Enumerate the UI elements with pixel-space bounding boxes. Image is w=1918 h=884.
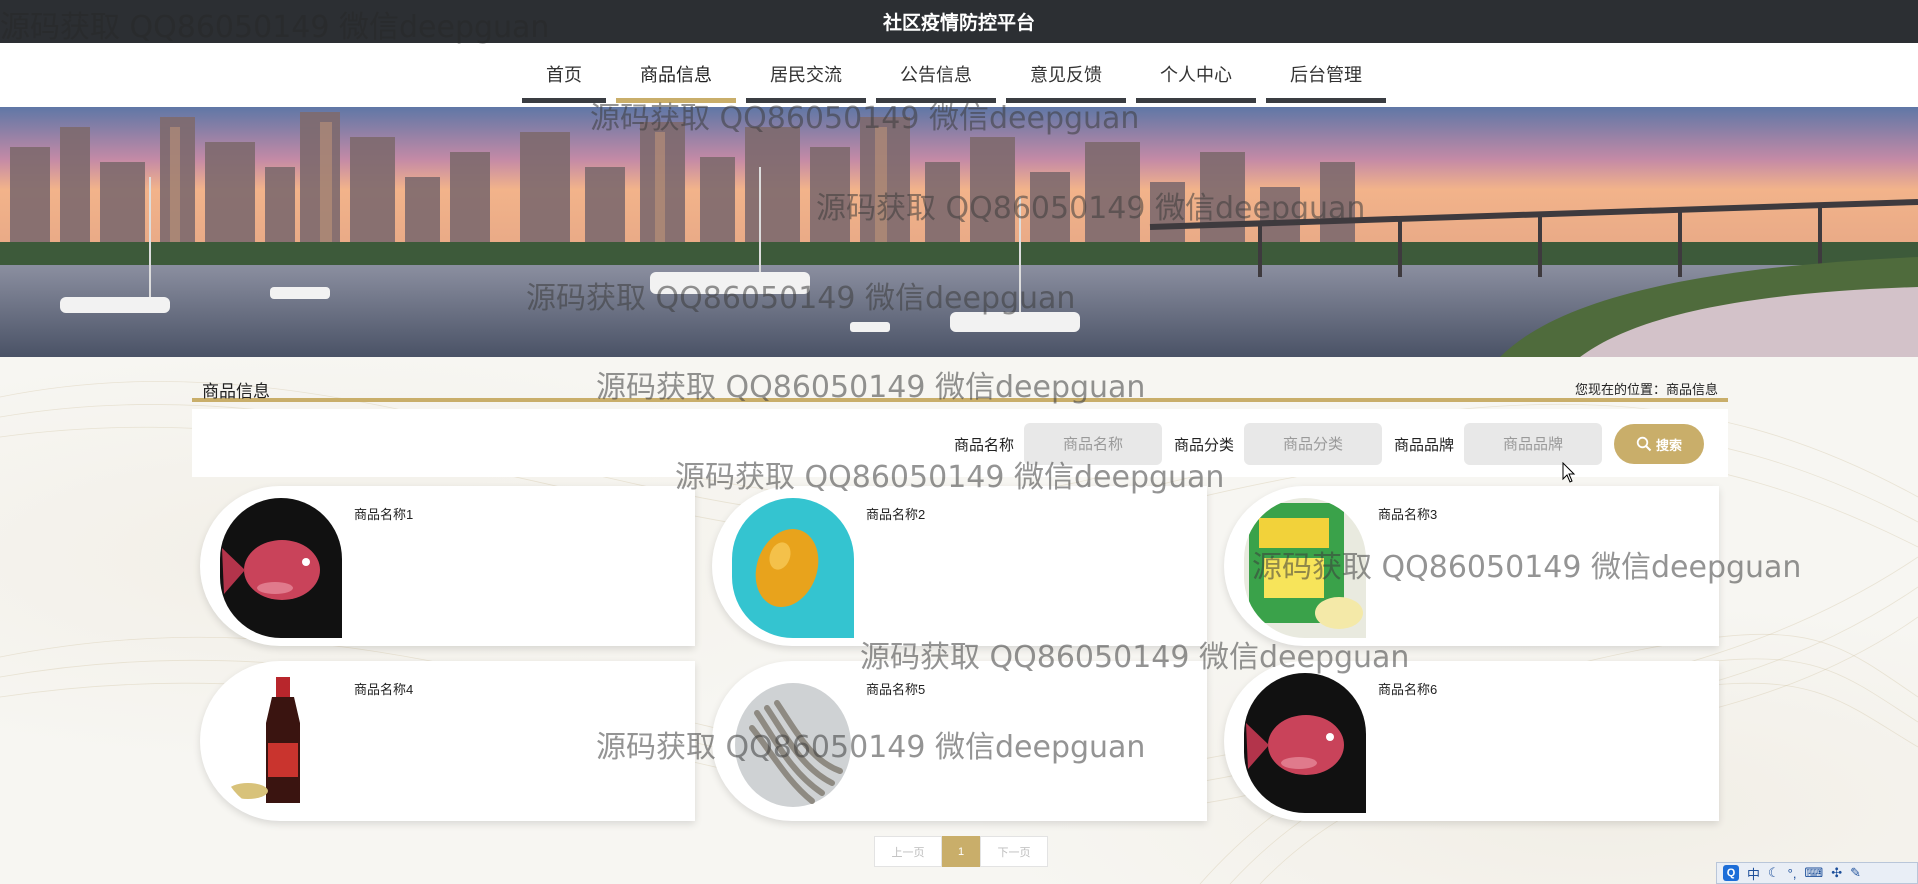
- ime-mode[interactable]: 中: [1747, 864, 1760, 883]
- section-title: 商品信息: [202, 382, 270, 401]
- punctuation-icon[interactable]: °,: [1788, 866, 1797, 881]
- seasoning-package-icon: [1244, 498, 1366, 638]
- nav-items: 首页 商品信息 居民交流 公告信息 意见反馈 个人中心 后台管理: [522, 43, 1396, 103]
- city-skyline-image: [0, 107, 1918, 357]
- next-page-button[interactable]: 下一页: [980, 836, 1048, 867]
- site-title: 社区疫情防控平台: [882, 13, 1035, 34]
- pagination: 上一页 1 下一页: [874, 836, 1048, 867]
- prev-page-button[interactable]: 上一页: [874, 836, 942, 867]
- name-label: 商品名称: [953, 436, 1014, 454]
- search-panel: 商品名称 商品分类 商品品牌 搜索: [192, 409, 1728, 477]
- section-header: 商品信息 您现在的位置：商品信息: [192, 372, 1728, 402]
- product-image: [220, 498, 342, 638]
- moon-icon[interactable]: ☾: [1768, 865, 1780, 881]
- product-card[interactable]: 商品名称6: [1224, 661, 1719, 821]
- nav-item-products[interactable]: 商品信息: [616, 49, 736, 103]
- settings-icon[interactable]: ✣: [1831, 865, 1842, 881]
- nav-item-feedback[interactable]: 意见反馈: [1006, 49, 1126, 103]
- product-card[interactable]: 商品名称4: [200, 661, 695, 821]
- nav-item-admin[interactable]: 后台管理: [1266, 49, 1386, 103]
- ime-tray: Q 中 ☾ °, ⌨ ✣ ✎: [1716, 862, 1918, 884]
- top-bar: 社区疫情防控平台: [0, 0, 1918, 43]
- product-name: 商品名称1: [354, 507, 414, 522]
- lemon-icon: [732, 498, 854, 638]
- brand-label: 商品品牌: [1393, 436, 1454, 454]
- product-card[interactable]: 商品名称1: [200, 486, 695, 646]
- nav-item-resident-forum[interactable]: 居民交流: [746, 49, 866, 103]
- main-nav: 首页 商品信息 居民交流 公告信息 意见反馈 个人中心 后台管理: [0, 43, 1918, 107]
- product-card[interactable]: 商品名称3: [1224, 486, 1719, 646]
- search-row: 商品名称 商品分类 商品品牌 搜索: [942, 423, 1704, 465]
- product-image: [732, 498, 854, 638]
- current-page-button[interactable]: 1: [942, 836, 980, 867]
- city-banner: [0, 107, 1918, 357]
- nav-item-user-center[interactable]: 个人中心: [1136, 49, 1256, 103]
- product-name: 商品名称6: [1378, 682, 1438, 697]
- nav-item-home[interactable]: 首页: [522, 49, 606, 103]
- product-image: [1244, 673, 1366, 813]
- qq-icon[interactable]: Q: [1723, 865, 1739, 881]
- search-button[interactable]: 搜索: [1614, 424, 1704, 464]
- name-input[interactable]: [1023, 423, 1162, 465]
- fish-icon: [220, 498, 342, 638]
- shrimp-plate-icon: [732, 673, 854, 813]
- product-name: 商品名称2: [866, 507, 926, 522]
- search-icon: [1636, 436, 1652, 452]
- product-name: 商品名称4: [354, 682, 414, 697]
- breadcrumb: 您现在的位置：商品信息: [1574, 382, 1718, 397]
- category-input[interactable]: [1243, 423, 1382, 465]
- keyboard-icon[interactable]: ⌨: [1804, 865, 1823, 881]
- tools-icon[interactable]: ✎: [1850, 865, 1861, 881]
- soy-sauce-bottle-icon: [220, 673, 342, 813]
- product-name: 商品名称5: [866, 682, 926, 697]
- product-image: [1244, 498, 1366, 638]
- mouse-cursor-icon: [1562, 462, 1576, 483]
- category-label: 商品分类: [1173, 436, 1234, 454]
- product-image: [220, 673, 342, 813]
- product-card[interactable]: 商品名称5: [712, 661, 1207, 821]
- product-card[interactable]: 商品名称2: [712, 486, 1207, 646]
- product-image: [732, 673, 854, 813]
- fish-icon: [1244, 673, 1366, 813]
- product-name: 商品名称3: [1378, 507, 1438, 522]
- brand-input[interactable]: [1464, 423, 1602, 465]
- product-grid: 商品名称1 商品名称2 商品名称3 商品名称4 商品名称5 商品名称6: [200, 486, 1720, 821]
- nav-item-announcements[interactable]: 公告信息: [876, 49, 996, 103]
- search-button-label: 搜索: [1655, 437, 1682, 453]
